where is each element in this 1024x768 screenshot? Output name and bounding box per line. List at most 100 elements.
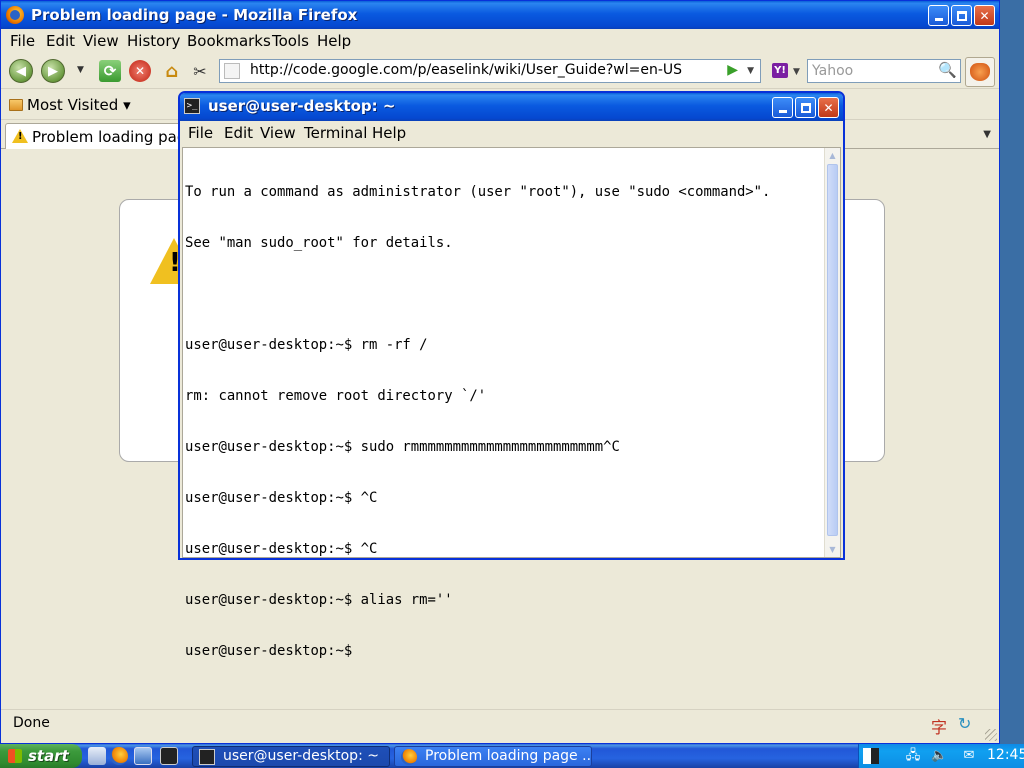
- terminal-menu-file[interactable]: File: [188, 124, 213, 142]
- taskbar-firefox[interactable]: Problem loading page ...: [394, 746, 592, 767]
- history-dropdown-icon[interactable]: ▼: [77, 65, 84, 75]
- scroll-down-icon[interactable]: ▼: [827, 544, 838, 555]
- home-button[interactable]: ⌂: [161, 60, 183, 82]
- folder-icon: [9, 99, 23, 111]
- terminal-menu-help[interactable]: Help: [372, 124, 406, 142]
- stop-button[interactable]: ✕: [129, 60, 151, 82]
- menu-view[interactable]: View: [83, 32, 119, 50]
- terminal-minimize-button[interactable]: [772, 97, 793, 118]
- terminal-menubar: File Edit View Terminal Help: [180, 121, 843, 147]
- menu-file[interactable]: File: [10, 32, 35, 50]
- windows-flag-icon: [8, 749, 22, 763]
- terminal-line: rm: cannot remove root directory `/': [185, 388, 487, 404]
- firefox-icon: [401, 749, 417, 765]
- forward-button[interactable]: ▶: [41, 59, 65, 83]
- resize-grip[interactable]: [985, 729, 997, 741]
- show-desktop-icon[interactable]: [88, 747, 106, 765]
- workspace-switcher-icon[interactable]: [863, 748, 879, 764]
- cut-button[interactable]: ✂: [189, 60, 211, 82]
- tab-title: Problem loading page: [32, 128, 196, 146]
- yahoo-icon: Y!: [772, 63, 788, 78]
- menu-tools[interactable]: Tools: [272, 32, 309, 50]
- go-arrow-icon[interactable]: ▶: [727, 62, 738, 78]
- firefox-quicklaunch-icon[interactable]: [110, 747, 128, 765]
- page-icon: [224, 63, 240, 79]
- maximize-icon: [956, 10, 967, 21]
- mail-icon[interactable]: ✉: [961, 748, 977, 764]
- terminal-titlebar[interactable]: >_ user@user-desktop: ~ ✕: [180, 93, 843, 121]
- computer-quicklaunch-icon[interactable]: [134, 747, 152, 765]
- terminal-menu-view[interactable]: View: [260, 124, 296, 142]
- taskbar: start user@user-desktop: ~ Problem loadi…: [0, 744, 1024, 768]
- taskbar-terminal[interactable]: user@user-desktop: ~: [192, 746, 390, 767]
- search-icon[interactable]: 🔍: [938, 61, 957, 79]
- input-method-icon[interactable]: 字: [931, 714, 947, 738]
- clock[interactable]: 12:45: [987, 747, 1024, 763]
- network-icon[interactable]: 🖧: [905, 748, 921, 764]
- close-icon: ✕: [979, 8, 990, 23]
- terminal-maximize-button[interactable]: [795, 97, 816, 118]
- most-visited-bookmark[interactable]: Most Visited ▾: [27, 96, 131, 114]
- menu-help[interactable]: Help: [317, 32, 351, 50]
- url-bar[interactable]: http://code.google.com/p/easelink/wiki/U…: [219, 59, 761, 83]
- taskbar-terminal-label: user@user-desktop: ~: [223, 748, 379, 764]
- status-bar: Done 字 ↻: [1, 709, 999, 743]
- reload-button[interactable]: ⟳: [99, 60, 121, 82]
- menu-edit[interactable]: Edit: [46, 32, 75, 50]
- close-button[interactable]: ✕: [974, 5, 995, 26]
- reload-icon: ⟳: [103, 62, 117, 80]
- terminal-line: To run a command as administrator (user …: [185, 184, 771, 200]
- back-arrow-icon: ◀: [16, 63, 26, 79]
- terminal-line: See "man sudo_root" for details.: [185, 235, 453, 251]
- scrollbar-thumb[interactable]: [827, 164, 838, 536]
- menubar: File Edit View History Bookmarks Tools H…: [1, 29, 999, 53]
- search-input[interactable]: Yahoo 🔍: [807, 59, 961, 83]
- terminal-icon: >_: [184, 98, 200, 114]
- minimize-icon: [778, 110, 787, 113]
- scroll-up-icon[interactable]: ▲: [827, 150, 838, 161]
- minimize-button[interactable]: [928, 5, 949, 26]
- stop-icon: ✕: [134, 64, 146, 78]
- url-dropdown-icon[interactable]: ▼: [747, 66, 754, 76]
- start-label: start: [28, 747, 69, 765]
- firefox-titlebar[interactable]: Problem loading page - Mozilla Firefox ✕: [1, 1, 999, 29]
- maximize-button[interactable]: [951, 5, 972, 26]
- fox-icon: [970, 63, 990, 81]
- terminal-menu-terminal[interactable]: Terminal: [304, 124, 367, 142]
- firefox-icon: [6, 6, 24, 24]
- search-engine-dropdown-icon: ▼: [793, 67, 800, 77]
- maximize-icon: [800, 102, 811, 113]
- tab-problem-loading[interactable]: Problem loading page: [5, 123, 196, 149]
- minimize-icon: [934, 18, 943, 21]
- warning-icon: [12, 129, 28, 143]
- scissors-icon: ✂: [193, 61, 207, 81]
- system-tray: 🖧 🔈 ✉ 12:45: [858, 744, 1024, 768]
- menu-history[interactable]: History: [127, 32, 180, 50]
- back-button[interactable]: ◀: [9, 59, 33, 83]
- terminal-icon: [199, 749, 215, 765]
- tab-list-dropdown-icon[interactable]: ▼: [983, 129, 991, 140]
- terminal-line: user@user-desktop:~$ alias rm='': [185, 592, 453, 608]
- terminal-window: >_ user@user-desktop: ~ ✕ File Edit View…: [178, 91, 845, 659]
- volume-icon[interactable]: 🔈: [931, 748, 947, 764]
- forward-arrow-icon: ▶: [48, 63, 58, 79]
- terminal-close-button[interactable]: ✕: [818, 97, 839, 118]
- terminal-scrollbar[interactable]: ▲ ▼: [824, 148, 840, 557]
- terminal-prompt: user@user-desktop:~$: [185, 643, 353, 659]
- taskbar-firefox-label: Problem loading page ...: [425, 748, 592, 764]
- sync-icon[interactable]: ↻: [958, 714, 971, 733]
- terminal-menu-edit[interactable]: Edit: [224, 124, 253, 142]
- addon-fox-button[interactable]: [965, 57, 995, 87]
- close-icon: ✕: [823, 100, 834, 115]
- menu-bookmarks[interactable]: Bookmarks: [187, 32, 271, 50]
- url-text[interactable]: http://code.google.com/p/easelink/wiki/U…: [250, 62, 682, 78]
- terminal-title: user@user-desktop: ~: [208, 97, 396, 115]
- home-icon: ⌂: [165, 60, 179, 82]
- terminal-line: user@user-desktop:~$ sudo rmmmmmmmmmmmmm…: [185, 439, 620, 455]
- terminal-output[interactable]: To run a command as administrator (user …: [182, 147, 841, 659]
- terminal-line: user@user-desktop:~$ rm -rf /: [185, 337, 428, 353]
- start-button[interactable]: start: [0, 744, 82, 768]
- terminal-quicklaunch-icon[interactable]: [160, 747, 178, 765]
- search-engine-selector[interactable]: Y! ▼: [769, 59, 807, 83]
